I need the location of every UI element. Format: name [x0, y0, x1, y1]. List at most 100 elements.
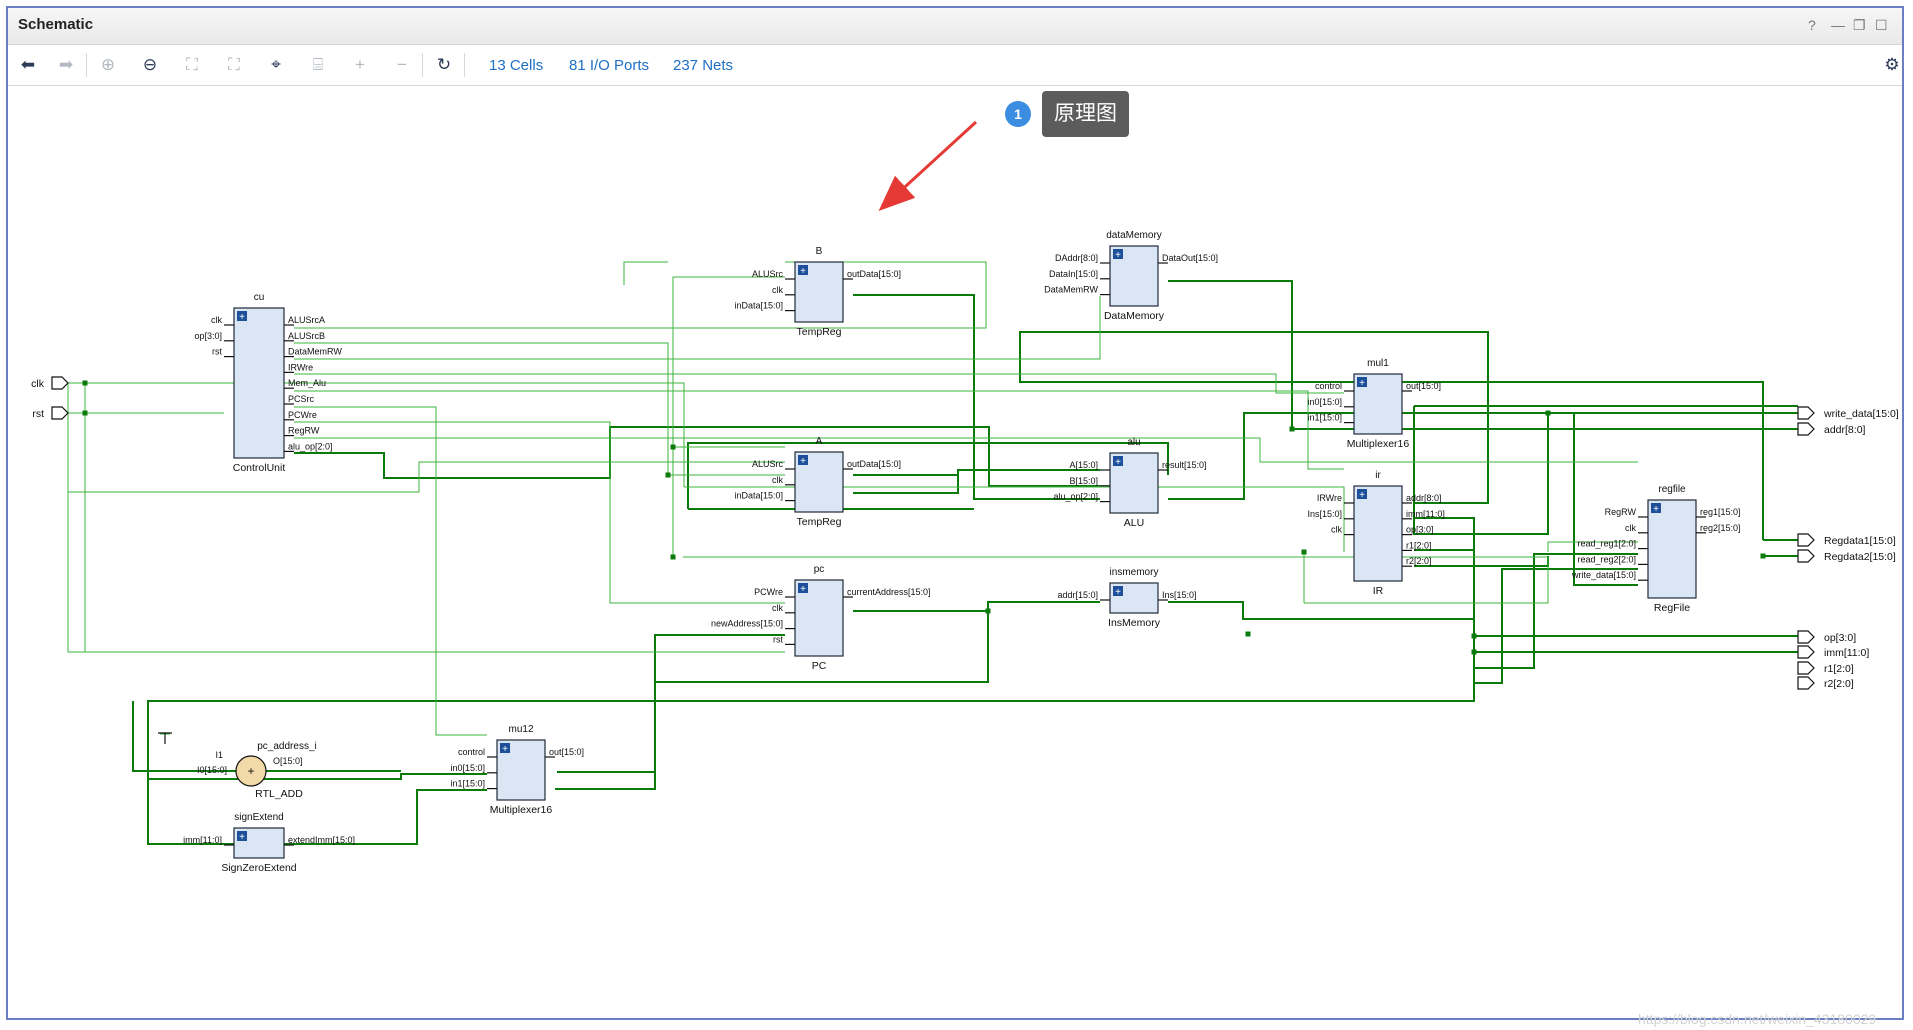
- cell-A[interactable]: A + TempReg ALUSrc clk inData[15:0] outData[15…: [734, 436, 901, 528]
- zoom-in-icon[interactable]: ⊕: [96, 53, 120, 77]
- pin-label: ALUSrcA: [288, 315, 325, 325]
- cell-mu12[interactable]: mu12+ Multiplexer16 control in0[15:0] in1[15…: [450, 724, 584, 816]
- pin-label: ALUSrcB: [288, 331, 325, 341]
- remove-icon[interactable]: −: [390, 53, 414, 77]
- pin-label: A[15:0]: [1069, 460, 1098, 470]
- adder-symbol: +: [247, 764, 254, 778]
- input-port-clk[interactable]: clk: [31, 376, 69, 390]
- junction-dot: [1471, 633, 1477, 639]
- output-port[interactable]: addr[8:0]: [1797, 422, 1866, 436]
- settings-gear-icon[interactable]: ⚙: [1880, 53, 1904, 77]
- output-port[interactable]: r2[2:0]: [1797, 676, 1854, 690]
- pin-label: RegRW: [288, 426, 320, 436]
- forward-arrow-icon[interactable]: ➡: [54, 53, 78, 77]
- cell-pc[interactable]: pc + PC PCWre clk newAddress[15:0] rst currentA…: [711, 564, 931, 672]
- cell-insmemory[interactable]: insmemory + InsMemory addr[15:0] Ins[15:0]: [1057, 567, 1196, 629]
- pin-label: read_reg1[2:0]: [1577, 539, 1636, 549]
- junction-dot: [670, 444, 676, 450]
- pin-label: control: [1315, 381, 1342, 391]
- pin-label: in0[15:0]: [1307, 397, 1342, 407]
- input-port-rst[interactable]: rst: [32, 406, 69, 420]
- cell-type-label: PC: [812, 660, 827, 672]
- pin-label: DataMemRW: [1044, 285, 1098, 295]
- output-port[interactable]: Regdata1[15:0]: [1797, 533, 1896, 547]
- expand-plus: +: [1359, 378, 1365, 389]
- maximize-icon[interactable]: ☐: [1875, 17, 1888, 34]
- pin-label: read_reg2[2:0]: [1577, 554, 1636, 564]
- net-wire: [84, 383, 785, 653]
- cell-instance-label: dataMemory: [1106, 230, 1162, 241]
- cell-body: [233, 307, 285, 459]
- restore-icon[interactable]: ❐: [1853, 17, 1866, 34]
- pin-label: imm[11:0]: [183, 835, 222, 845]
- cell-type-label: DataMemory: [1104, 310, 1165, 322]
- zoom-out-icon[interactable]: ⊖: [138, 53, 162, 77]
- cell-signExtend[interactable]: signExtend + SignZeroExtend imm[11:0] extend…: [183, 812, 355, 874]
- cell-type-label: SignZeroExtend: [221, 862, 296, 874]
- expand-plus: +: [1359, 490, 1365, 501]
- port-label: r1[2:0]: [1824, 663, 1854, 675]
- window-title: Schematic: [18, 16, 94, 33]
- cell-instance-label: A: [816, 436, 823, 447]
- expand-cell-icon[interactable]: ⌸: [306, 53, 330, 77]
- pin-label: IRWre: [288, 362, 313, 372]
- cell-mul1[interactable]: mul1+ Multiplexer16 control in0[15:0] in1[15…: [1307, 358, 1441, 450]
- pin-label: clk: [1331, 525, 1342, 535]
- cell-instance-label: B: [816, 246, 823, 257]
- cell-dataMemory[interactable]: dataMemory + DataMemory DAddr[8:0] DataIn[15…: [1044, 230, 1218, 322]
- cell-type-label: ALU: [1124, 517, 1144, 529]
- auto-fit-selection-icon[interactable]: ⌖: [264, 53, 288, 77]
- schematic-window: Schematic ? — ❐ ☐ ⬅ ➡ ⊕ ⊖ ⛶ ⛶ ⌖ ⌸ + − ↻ …: [6, 6, 1904, 1027]
- pin-label: DataMemRW: [288, 347, 342, 357]
- back-arrow-icon[interactable]: ⬅: [16, 53, 40, 77]
- schematic-canvas[interactable]: clk rst write_data[15:0] addr[8:0] Regdata1[…: [8, 86, 1902, 1018]
- junction-dot: [1471, 649, 1477, 655]
- pin-label: control: [458, 747, 485, 757]
- output-port[interactable]: imm[11:0]: [1797, 645, 1869, 659]
- cell-type-label: IR: [1373, 585, 1384, 597]
- pin-label: B[15:0]: [1069, 476, 1098, 486]
- pin-label: rst: [212, 347, 222, 357]
- expand-plus: +: [800, 266, 806, 277]
- expand-plus: +: [1115, 457, 1121, 468]
- net-wire: [672, 276, 785, 557]
- output-port[interactable]: op[3:0]: [1797, 630, 1856, 644]
- port-label: Regdata1[15:0]: [1824, 535, 1896, 547]
- output-port[interactable]: write_data[15:0]: [1797, 406, 1899, 420]
- cell-type-label: InsMemory: [1108, 617, 1161, 629]
- junction-dot: [985, 608, 991, 614]
- cell-B[interactable]: B + TempReg ALUSrc clk inData[15:0] outData[15…: [734, 246, 901, 338]
- pin-label: clk: [1625, 523, 1636, 533]
- io-ports-link[interactable]: 81 I/O Ports: [569, 57, 649, 74]
- zoom-fit-icon[interactable]: ⛶: [180, 53, 204, 77]
- cell-instance-label: mul1: [1367, 358, 1389, 369]
- bus-wire: [1168, 601, 1798, 637]
- pin-label: Ins[15:0]: [1162, 590, 1197, 600]
- pin-label: clk: [772, 603, 783, 613]
- pin-label: write_data[15:0]: [1571, 570, 1636, 580]
- pin-label: DataIn[15:0]: [1049, 269, 1098, 279]
- port-label: op[3:0]: [1824, 632, 1856, 644]
- pin-label: Ins[15:0]: [1307, 509, 1342, 519]
- cell-regfile[interactable]: regfile + RegFile RegRW clk read_reg1[2:0]rea…: [1571, 484, 1741, 614]
- output-port[interactable]: r1[2:0]: [1797, 661, 1854, 675]
- cell-ir[interactable]: ir + IR IRWre Ins[15:0] clk addr[8:0] imm[11:0]…: [1307, 470, 1444, 597]
- cell-instance-label: regfile: [1658, 484, 1686, 495]
- refresh-icon[interactable]: ↻: [432, 53, 456, 77]
- nets-link[interactable]: 237 Nets: [673, 57, 733, 74]
- add-icon[interactable]: +: [348, 53, 372, 77]
- pin-label: addr[8:0]: [1406, 493, 1442, 503]
- help-icon[interactable]: ?: [1808, 17, 1816, 33]
- zoom-selection-icon[interactable]: ⛶: [222, 53, 246, 77]
- pin-label: RegRW: [1605, 507, 1637, 517]
- minimize-icon[interactable]: —: [1831, 17, 1845, 33]
- cells-link[interactable]: 13 Cells: [489, 57, 543, 74]
- cell-alu[interactable]: alu + ALU A[15:0] B[15:0] alu_op[2:0] result[1…: [1053, 437, 1206, 529]
- pin-label: out[15:0]: [1406, 381, 1441, 391]
- pin-label: ALUSrc: [752, 269, 784, 279]
- pin-label: in0[15:0]: [450, 763, 485, 773]
- output-port[interactable]: Regdata2[15:0]: [1797, 549, 1896, 563]
- expand-plus: +: [800, 456, 806, 467]
- net-wire: [294, 342, 785, 476]
- port-label: rst: [32, 408, 44, 420]
